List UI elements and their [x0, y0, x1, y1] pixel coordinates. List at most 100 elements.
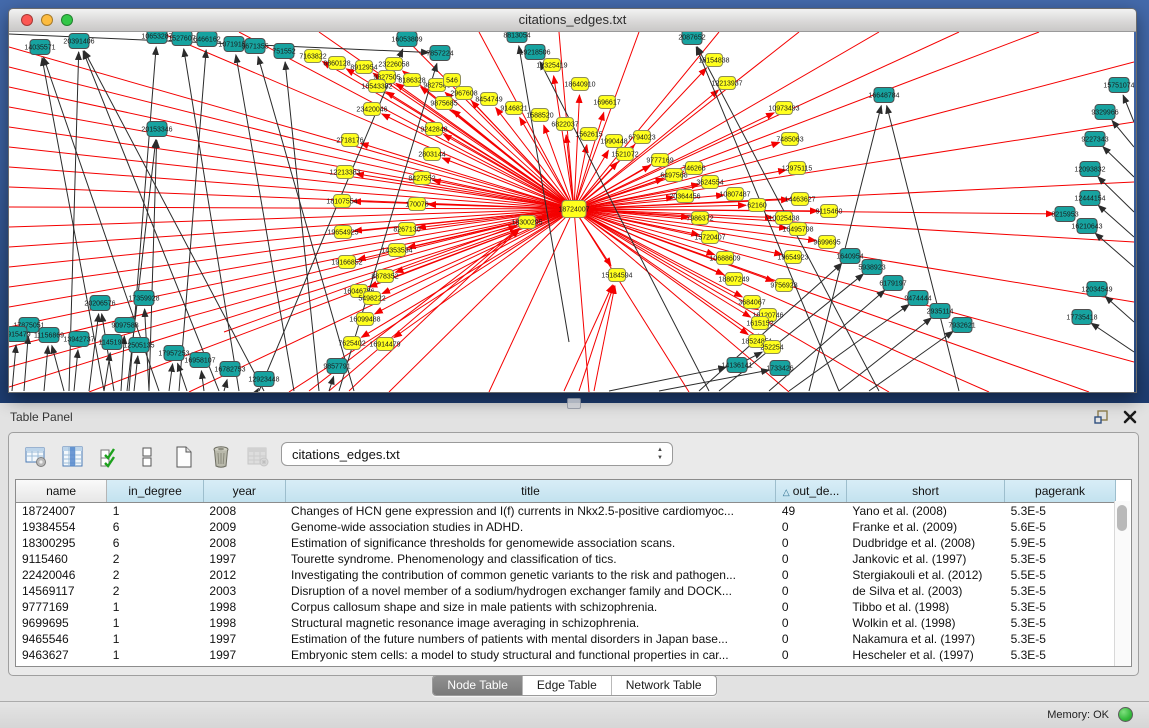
- graph-node[interactable]: 1990448: [600, 135, 627, 148]
- network-view-canvas[interactable]: 1872400718300295151845946822037156261519…: [9, 32, 1134, 392]
- tab-network-table[interactable]: Network Table: [612, 676, 716, 695]
- cell-out[interactable]: 0: [776, 631, 847, 647]
- graph-edge[interactable]: [1098, 205, 1134, 237]
- graph-node[interactable]: 23420046: [356, 103, 387, 116]
- graph-node[interactable]: 19654923: [777, 251, 808, 264]
- graph-node[interactable]: 7485063: [776, 133, 803, 146]
- graph-edge[interactable]: [887, 106, 959, 391]
- cell-year[interactable]: 1997: [203, 631, 285, 647]
- graph-node[interactable]: 1640954: [836, 249, 863, 264]
- cell-title[interactable]: Estimation of significance thresholds fo…: [285, 535, 776, 551]
- graph-node[interactable]: 9146821: [500, 102, 527, 115]
- cell-year[interactable]: 2009: [203, 519, 285, 535]
- graph-node[interactable]: 8454749: [475, 93, 502, 106]
- graph-edge[interactable]: [1112, 120, 1134, 147]
- cell-pagerank[interactable]: 5.3E-5: [1005, 647, 1116, 663]
- cell-short[interactable]: Wolkin et al. (1998): [846, 615, 1004, 631]
- cell-out[interactable]: 0: [776, 535, 847, 551]
- column-header-title[interactable]: title: [285, 480, 776, 503]
- cell-in[interactable]: 1: [107, 631, 204, 647]
- delete-table-icon[interactable]: [245, 445, 271, 469]
- node-table[interactable]: namein_degreeyeartitle△out_de...shortpag…: [15, 479, 1132, 667]
- select-columns-icon[interactable]: [97, 445, 123, 469]
- graph-edge[interactable]: [9, 209, 574, 287]
- graph-edge[interactable]: [74, 350, 78, 391]
- graph-node[interactable]: 16914479: [369, 338, 400, 351]
- graph-node[interactable]: 19654925: [327, 226, 358, 239]
- graph-node[interactable]: 12325419: [536, 59, 567, 72]
- table-row[interactable]: 946554611997Estimation of the future num…: [16, 631, 1116, 647]
- cell-out[interactable]: 0: [776, 599, 847, 615]
- graph-node[interactable]: 8912954: [350, 61, 377, 74]
- cell-in[interactable]: 1: [107, 615, 204, 631]
- graph-edge[interactable]: [12, 345, 16, 391]
- cell-short[interactable]: Hescheler et al. (1997): [846, 647, 1004, 663]
- graph-node[interactable]: 16210643: [1071, 219, 1102, 234]
- graph-node[interactable]: 12923448: [248, 372, 279, 387]
- cell-year[interactable]: 1998: [203, 599, 285, 615]
- cell-name[interactable]: 18300295: [16, 535, 107, 551]
- graph-node[interactable]: 2087652: [678, 32, 705, 45]
- cell-name[interactable]: 9463627: [16, 647, 107, 663]
- graph-node[interactable]: 5938923: [858, 260, 885, 275]
- float-panel-icon[interactable]: [1093, 409, 1109, 425]
- graph-node[interactable]: 170076: [405, 198, 428, 211]
- column-header-pagerank[interactable]: pagerank: [1005, 480, 1116, 503]
- graph-node[interactable]: 1588520: [526, 109, 553, 122]
- window-titlebar[interactable]: citations_edges.txt: [9, 9, 1136, 32]
- graph-node[interactable]: 8215953: [1051, 207, 1078, 222]
- graph-node[interactable]: 9227343: [1081, 132, 1108, 147]
- graph-edge[interactable]: [609, 367, 726, 391]
- network-window[interactable]: citations_edges.txt 18724007183002951518…: [8, 8, 1137, 393]
- cell-pagerank[interactable]: 5.6E-5: [1005, 519, 1116, 535]
- graph-edge[interactable]: [574, 209, 1134, 362]
- cell-in[interactable]: 1: [107, 503, 204, 520]
- graph-node[interactable]: 9699695: [813, 236, 840, 249]
- graph-node[interactable]: 12444154: [1074, 191, 1105, 206]
- graph-node[interactable]: 7986372: [686, 212, 713, 225]
- cell-out[interactable]: 0: [776, 519, 847, 535]
- graph-node[interactable]: 2935114: [927, 304, 954, 319]
- column-header-out_de[interactable]: △out_de...: [776, 480, 847, 503]
- cell-in[interactable]: 1: [107, 599, 204, 615]
- graph-node[interactable]: 19166852: [331, 256, 362, 269]
- graph-edge[interactable]: [201, 371, 204, 391]
- cell-name[interactable]: 9777169: [16, 599, 107, 615]
- graph-edge[interactable]: [574, 32, 959, 209]
- graph-node[interactable]: 14463627: [784, 193, 815, 206]
- cell-name[interactable]: 9115460: [16, 551, 107, 567]
- graph-node[interactable]: 23226058: [378, 58, 409, 71]
- graph-edge[interactable]: [9, 207, 574, 209]
- cell-pagerank[interactable]: 5.5E-5: [1005, 567, 1116, 583]
- graph-edge[interactable]: [869, 331, 953, 391]
- cell-short[interactable]: Dudbridge et al. (2008): [846, 535, 1004, 551]
- cell-title[interactable]: Structural magnetic resonance image aver…: [285, 615, 776, 631]
- cell-out[interactable]: 0: [776, 551, 847, 567]
- cell-name[interactable]: 19384554: [16, 519, 107, 535]
- column-header-year[interactable]: year: [203, 480, 285, 503]
- cell-out[interactable]: 0: [776, 615, 847, 631]
- table-settings-icon[interactable]: [23, 445, 49, 469]
- cell-year[interactable]: 1997: [203, 647, 285, 663]
- cell-year[interactable]: 2012: [203, 567, 285, 583]
- graph-edge[interactable]: [169, 364, 173, 391]
- cell-short[interactable]: Franke et al. (2009): [846, 519, 1004, 535]
- cell-short[interactable]: Yano et al. (2008): [846, 503, 1004, 520]
- graph-node[interactable]: 20391406: [63, 34, 94, 49]
- graph-node[interactable]: 2718176: [336, 134, 363, 147]
- table-row[interactable]: 969969511998Structural magnetic resonanc…: [16, 615, 1116, 631]
- graph-edge[interactable]: [44, 346, 48, 391]
- graph-node[interactable]: 9474444: [904, 291, 931, 306]
- cell-title[interactable]: Embryonic stem cells: a model to study s…: [285, 647, 776, 663]
- cell-year[interactable]: 1998: [203, 615, 285, 631]
- graph-edge[interactable]: [224, 380, 227, 391]
- cell-year[interactable]: 2008: [203, 503, 285, 520]
- table-row[interactable]: 2242004622012Investigating the contribut…: [16, 567, 1116, 583]
- graph-edge[interactable]: [349, 230, 519, 391]
- graph-node[interactable]: 17735418: [1066, 310, 1097, 325]
- cell-title[interactable]: Tourette syndrome. Phenomenology and cla…: [285, 551, 776, 567]
- graph-node[interactable]: 746266: [682, 162, 705, 175]
- graph-node[interactable]: 17359928: [128, 291, 159, 306]
- graph-node[interactable]: 7625402: [338, 337, 365, 350]
- cell-in[interactable]: 1: [107, 647, 204, 663]
